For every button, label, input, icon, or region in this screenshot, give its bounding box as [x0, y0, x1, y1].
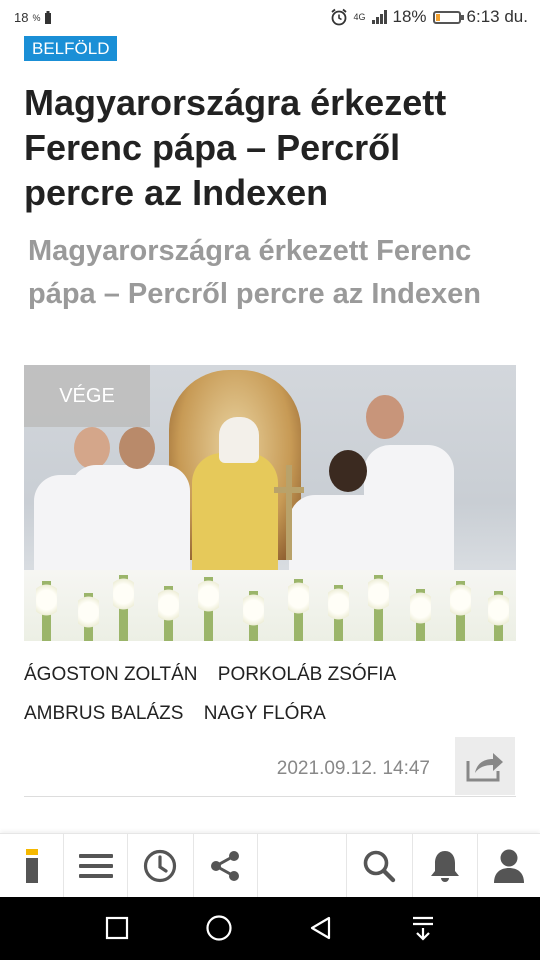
status-left: 18%: [14, 10, 52, 25]
authors-row-2: AMBRUS BALÁZS NAGY FLÓRA: [24, 703, 524, 725]
alarm-icon: [330, 8, 347, 26]
status-right: 4G 18% 6:13 du.: [330, 7, 528, 27]
menu-button[interactable]: [64, 834, 129, 898]
author-link[interactable]: NAGY FLÓRA: [204, 703, 326, 724]
back-icon: [310, 916, 331, 940]
share-button[interactable]: [455, 737, 515, 795]
battery-percent: 18%: [392, 7, 427, 26]
bell-icon: [430, 851, 459, 882]
recents-button[interactable]: [101, 912, 133, 944]
authors-row-1: ÁGOSTON ZOLTÁN PORKOLÁB ZSÓFIA: [24, 664, 524, 686]
photo-status-label: VÉGE: [24, 365, 150, 427]
index-logo-icon: [25, 849, 38, 883]
menu-icon: [78, 854, 113, 878]
home-icon: [206, 915, 232, 941]
share-icon: [211, 851, 240, 881]
user-icon: [493, 849, 524, 883]
network-type: 4G: [353, 11, 366, 22]
author-link[interactable]: PORKOLÁB ZSÓFIA: [218, 664, 396, 685]
search-icon: [363, 850, 396, 883]
notifications-down-button[interactable]: [407, 912, 439, 944]
status-left-text: 18: [14, 10, 29, 25]
notifications-button[interactable]: [413, 834, 478, 898]
bottom-nav: [0, 833, 540, 898]
share-arrow-icon: [466, 753, 503, 782]
notifications-down-icon: [413, 916, 433, 941]
search-button[interactable]: [347, 834, 413, 898]
share-nav-button[interactable]: [194, 834, 258, 898]
article-title: Magyarországra érkezett Ferenc pápa – Pe…: [24, 82, 447, 213]
article-photo[interactable]: VÉGE: [24, 365, 516, 641]
author-link[interactable]: ÁGOSTON ZOLTÁN: [24, 664, 198, 685]
nav-spacer: [258, 834, 347, 898]
home-button[interactable]: [203, 912, 235, 944]
recents-icon: [105, 916, 129, 940]
system-nav-bar: [0, 897, 540, 960]
battery-small-icon: [45, 10, 52, 24]
category-badge[interactable]: BELFÖLD: [24, 36, 118, 61]
status-bar: 18% 4G 18% 6:13 du.: [0, 0, 540, 36]
profile-button[interactable]: [478, 834, 540, 898]
battery-icon: [432, 10, 464, 24]
index-logo-button[interactable]: [0, 834, 65, 898]
signal-icon: [371, 10, 387, 24]
divider: [24, 796, 516, 797]
author-link[interactable]: AMBRUS BALÁZS: [24, 703, 183, 724]
clock-icon: [144, 849, 177, 883]
article-date: 2021.09.12. 14:47: [276, 758, 430, 779]
recent-button[interactable]: [128, 834, 194, 898]
article-subtitle: Magyarországra érkezett Ferenc pápa – Pe…: [28, 235, 481, 310]
back-button[interactable]: [305, 912, 337, 944]
clock-time: 6:13 du.: [466, 7, 528, 26]
